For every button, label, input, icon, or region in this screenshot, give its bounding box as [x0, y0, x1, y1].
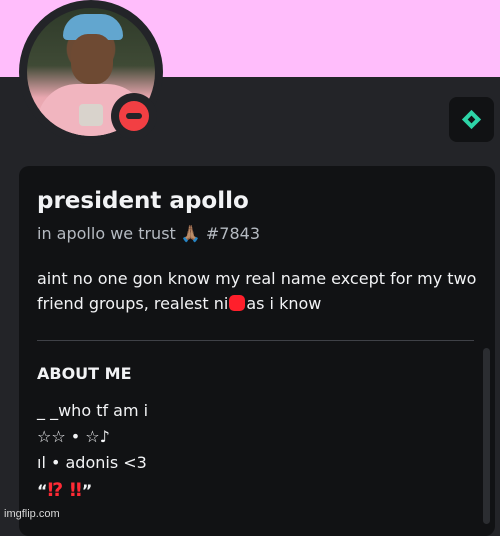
- dnd-status-icon: [119, 101, 149, 131]
- status-indicator: [111, 93, 157, 139]
- about-line: ıl • adonis <3: [37, 453, 147, 472]
- about-me-heading: ABOUT ME: [37, 364, 132, 383]
- divider: [37, 340, 474, 341]
- about-line: _ _who tf am i: [37, 401, 149, 420]
- bio-text-part2: as i know: [246, 294, 322, 313]
- profile-card: president apollo in apollo we trust 🙏🏽 #…: [19, 166, 495, 536]
- scrollbar[interactable]: [483, 348, 490, 524]
- redaction-mark: [229, 295, 246, 311]
- display-name: president apollo: [37, 188, 249, 214]
- exclamation-marks: ⁉ ‼: [47, 479, 82, 501]
- watermark: imgflip.com: [4, 508, 60, 520]
- user-tag: in apollo we trust 🙏🏽 #7843: [37, 224, 261, 243]
- quote-open: “: [37, 481, 48, 500]
- quote-close: ”: [81, 481, 93, 500]
- about-line-quote: “⁉ ‼”: [37, 479, 92, 501]
- bio-text: aint no one gon know my real name except…: [37, 266, 487, 316]
- nitro-gem-icon: [461, 109, 482, 130]
- about-line: ☆☆ • ☆♪: [37, 427, 110, 446]
- nitro-badge-button[interactable]: [449, 97, 494, 142]
